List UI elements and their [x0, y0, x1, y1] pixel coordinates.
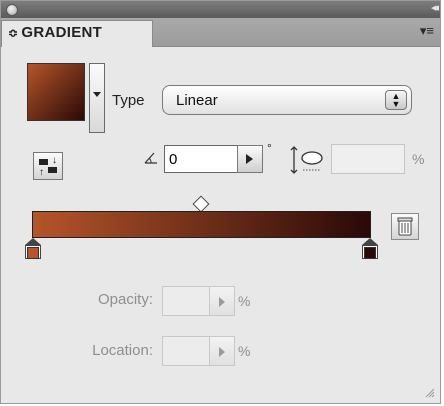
location-input [162, 336, 210, 366]
opacity-input [162, 286, 210, 316]
angle-dropdown-button[interactable] [237, 145, 263, 173]
stop-color [364, 247, 376, 259]
type-select-value: Linear [176, 92, 218, 109]
reverse-gradient-button[interactable]: ↓ ↑ [33, 152, 63, 180]
location-label: Location: [92, 342, 153, 359]
collapse-icon[interactable]: ◂◂ [431, 1, 439, 14]
type-label: Type [112, 92, 145, 109]
angle-icon [144, 152, 157, 164]
stop-pointer [362, 238, 378, 245]
opacity-dropdown-button [209, 286, 235, 316]
arrow-down-icon: ↓ [52, 155, 57, 166]
aspect-ratio-input[interactable] [331, 144, 405, 174]
trash-icon [397, 217, 413, 236]
select-arrows-icon: ▲ ▼ [385, 90, 407, 110]
stop-pointer [25, 238, 41, 245]
tab-gradient-label: GRADIENT [21, 24, 103, 41]
angle-input[interactable] [164, 145, 238, 173]
location-unit: % [238, 343, 251, 359]
close-icon[interactable] [6, 4, 18, 16]
tab-gradient[interactable]: ≎ GRADIENT [1, 20, 153, 47]
type-select[interactable]: Linear ▲ ▼ [162, 85, 412, 115]
resize-grip-icon[interactable] [423, 386, 435, 398]
gradient-stop-end[interactable] [362, 238, 378, 259]
aspect-ratio-unit: % [412, 151, 425, 167]
stop-color [27, 247, 39, 259]
tab-options-icon[interactable]: ≎ [8, 26, 18, 40]
gradient-panel: ◂◂ ≎GRADIENT ▾≡ Type Linear ▲▼ ↓ ↑ ° % [0, 0, 441, 404]
panel-tabbar: ≎ GRADIENT ▾≡ [1, 18, 440, 47]
gradient-slider[interactable] [32, 211, 371, 238]
gradient-stop-start[interactable] [25, 238, 41, 259]
gradient-midpoint-handle[interactable] [192, 195, 210, 213]
panel-menu-icon[interactable]: ▾≡ [420, 23, 434, 39]
reverse-gradient-icon-part [48, 167, 57, 173]
panel-titlebar: ◂◂ [1, 1, 440, 19]
degree-symbol: ° [267, 141, 272, 155]
aspect-ratio-icon [290, 146, 323, 174]
arrow-up-icon: ↑ [39, 167, 44, 178]
reverse-gradient-icon [39, 159, 48, 165]
opacity-unit: % [238, 293, 251, 309]
location-dropdown-button [209, 336, 235, 366]
gradient-swatch[interactable] [27, 63, 85, 121]
swatch-menu-button[interactable] [89, 63, 105, 133]
opacity-label: Opacity: [97, 291, 153, 308]
delete-stop-button[interactable] [391, 213, 419, 240]
